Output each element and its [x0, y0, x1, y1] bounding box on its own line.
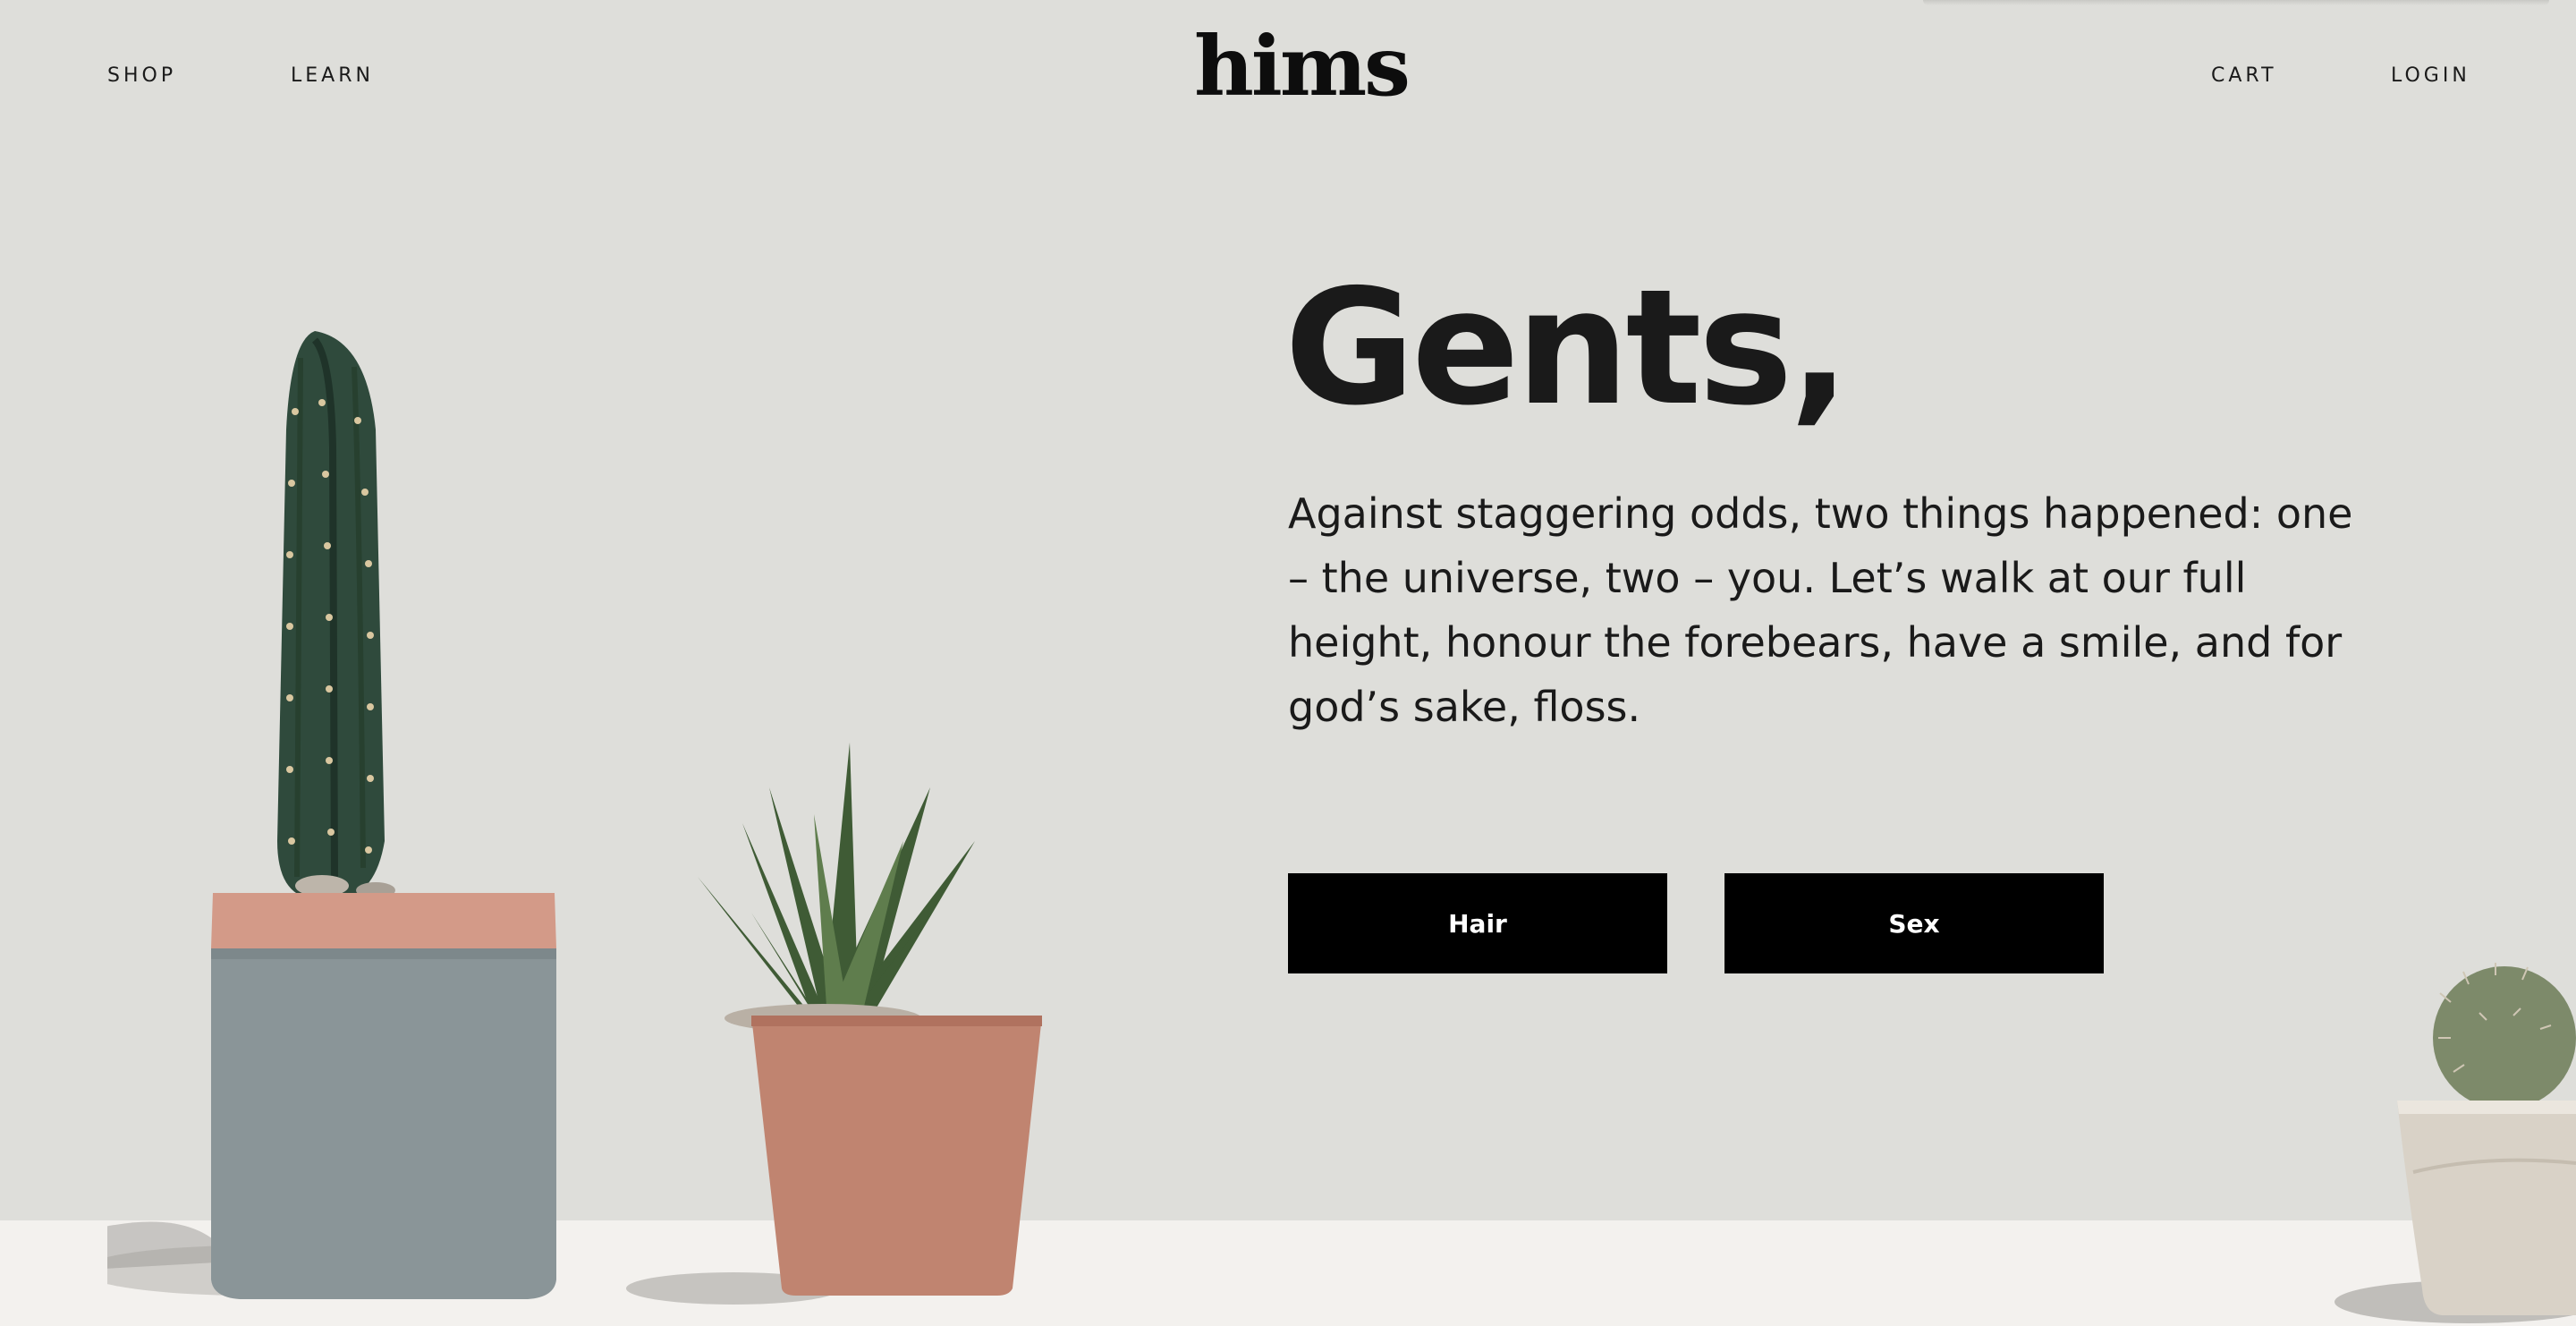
nav-cart-link[interactable]: CART: [2211, 64, 2277, 87]
round-cactus-image: [2334, 963, 2576, 1323]
hair-button[interactable]: Hair: [1288, 873, 1667, 973]
hims-logo[interactable]: hims: [1194, 25, 1411, 107]
nav-login-link[interactable]: LOGIN: [2391, 64, 2470, 87]
aloe-succulent-image: [626, 743, 1042, 1305]
top-edge-bar: [1923, 0, 2549, 5]
sex-button[interactable]: Sex: [1724, 873, 2104, 973]
page: SHOP LEARN hims CART LOGIN Gents, Agains…: [0, 0, 2576, 1326]
hero-title: Gents,: [1284, 255, 1850, 440]
nav-learn-link[interactable]: LEARN: [291, 64, 374, 87]
hero-body-text: Against staggering odds, two things happ…: [1288, 489, 2353, 731]
tall-cactus-image: [107, 331, 556, 1299]
nav-shop-link[interactable]: SHOP: [107, 64, 176, 87]
